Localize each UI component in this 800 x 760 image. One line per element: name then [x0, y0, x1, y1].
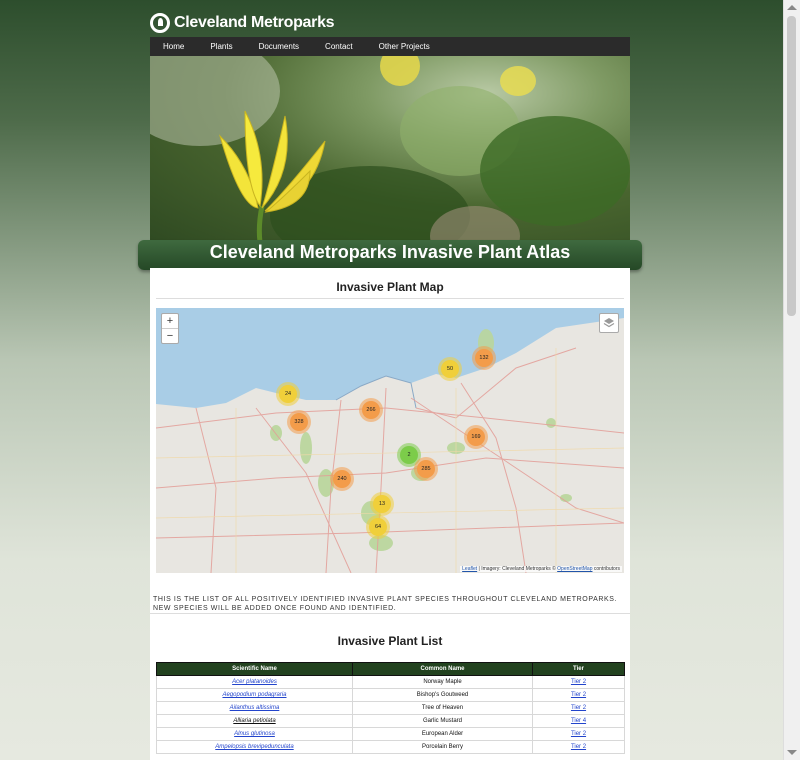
marker-cluster[interactable]: 266 — [362, 401, 380, 419]
page-scrollbar[interactable] — [783, 0, 800, 760]
yellow-flower-icon — [218, 110, 326, 242]
scroll-up-arrow-icon[interactable] — [787, 5, 797, 10]
cluster-count: 266 — [366, 407, 376, 413]
table-row: Ampelopsis brevipedunculata Porcelain Be… — [156, 740, 625, 754]
tier-link[interactable]: Tier 2 — [532, 740, 625, 754]
scroll-down-arrow-icon[interactable] — [787, 750, 797, 755]
cluster-count: 240 — [337, 476, 347, 482]
cluster-count: 328 — [294, 419, 304, 425]
common-name: Garlic Mustard — [352, 714, 533, 728]
nav-item-contact[interactable]: Contact — [312, 37, 366, 56]
hero-flower-image — [150, 56, 630, 242]
zoom-in-button[interactable]: + — [162, 314, 178, 329]
zoom-out-button[interactable]: − — [162, 329, 178, 343]
marker-cluster[interactable]: 13 — [373, 495, 391, 513]
tier-link[interactable]: Tier 2 — [532, 688, 625, 702]
table-row: Ailanthus altissima Tree of Heaven Tier … — [156, 701, 625, 715]
site-logo[interactable]: Cleveland Metroparks — [150, 8, 335, 38]
divider — [150, 613, 630, 614]
leaf-logo-icon — [150, 13, 170, 33]
marker-cluster[interactable]: 328 — [290, 413, 308, 431]
marker-cluster[interactable]: 2 — [400, 446, 418, 464]
table-row: Alliaria petiolata Garlic Mustard Tier 4 — [156, 714, 625, 728]
common-name: European Alder — [352, 727, 533, 741]
tier-link[interactable]: Tier 2 — [532, 727, 625, 741]
scientific-name-link[interactable]: Ailanthus altissima — [156, 701, 353, 715]
brand-name: Cleveland Metroparks — [174, 14, 335, 31]
map-attribution: Leaflet | Imagery: Cleveland Metroparks … — [460, 566, 622, 572]
cluster-count: 50 — [446, 366, 454, 372]
scientific-name-link[interactable]: Acer platanoides — [156, 675, 353, 689]
table-row: Aegopodium podagraria Bishop's Goutweed … — [156, 688, 625, 702]
marker-cluster[interactable]: 50 — [441, 360, 459, 378]
cluster-count: 24 — [284, 391, 292, 397]
nav-item-other-projects[interactable]: Other Projects — [366, 37, 443, 56]
table-row: Acer platanoides Norway Maple Tier 2 — [156, 675, 625, 689]
map-tiles — [156, 308, 624, 573]
scientific-name-link[interactable]: Alliaria petiolata — [156, 714, 353, 728]
marker-cluster[interactable]: 132 — [475, 349, 493, 367]
layers-button[interactable] — [599, 313, 619, 333]
list-heading: Invasive Plant List — [337, 634, 443, 648]
scientific-name-link[interactable]: Ampelopsis brevipedunculata — [156, 740, 353, 754]
marker-cluster[interactable]: 24 — [279, 385, 297, 403]
divider — [156, 298, 624, 299]
common-name: Bishop's Goutweed — [352, 688, 533, 702]
column-header-tier[interactable]: Tier — [532, 662, 625, 676]
attribution-suffix: contributors — [592, 566, 620, 572]
cluster-count: 132 — [479, 355, 489, 361]
column-header-scientific-name[interactable]: Scientific Name — [156, 662, 353, 676]
zoom-control: + − — [161, 313, 179, 344]
scientific-name-link[interactable]: Aegopodium podagraria — [156, 688, 353, 702]
scrollbar-thumb[interactable] — [787, 16, 796, 316]
main-content: Invasive Plant Map + − 132 50 24 266 328… — [150, 268, 630, 760]
common-name: Tree of Heaven — [352, 701, 533, 715]
marker-cluster[interactable]: 285 — [417, 460, 435, 478]
marker-cluster[interactable]: 169 — [467, 428, 485, 446]
marker-cluster[interactable]: 240 — [333, 470, 351, 488]
cluster-count: 169 — [471, 434, 481, 440]
column-header-common-name[interactable]: Common Name — [352, 662, 533, 676]
tier-link[interactable]: Tier 2 — [532, 675, 625, 689]
attribution-text: | Imagery: Cleveland Metroparks © — [477, 566, 558, 572]
layers-icon — [603, 318, 615, 328]
description-text: This is the list of all positively ident… — [153, 596, 618, 612]
invasive-plant-table: Scientific Name Common Name Tier Acer pl… — [156, 662, 625, 754]
scientific-name-link[interactable]: Alnus glutinosa — [156, 727, 353, 741]
tier-link[interactable]: Tier 4 — [532, 714, 625, 728]
table-row: Alnus glutinosa European Alder Tier 2 — [156, 727, 625, 741]
title-banner: Cleveland Metroparks Invasive Plant Atla… — [138, 240, 642, 270]
nav-item-home[interactable]: Home — [150, 37, 197, 56]
nav-item-documents[interactable]: Documents — [246, 37, 312, 56]
common-name: Porcelain Berry — [352, 740, 533, 754]
cluster-count: 2 — [407, 452, 411, 458]
leaflet-link[interactable]: Leaflet — [462, 566, 477, 572]
table-header-row: Scientific Name Common Name Tier — [156, 662, 625, 676]
nav-item-plants[interactable]: Plants — [197, 37, 245, 56]
osm-link[interactable]: OpenStreetMap — [557, 566, 592, 572]
cluster-count: 64 — [374, 524, 382, 530]
cluster-count: 13 — [378, 501, 386, 507]
common-name: Norway Maple — [352, 675, 533, 689]
page-title: Cleveland Metroparks Invasive Plant Atla… — [209, 242, 571, 262]
marker-cluster[interactable]: 64 — [369, 518, 387, 536]
map-heading: Invasive Plant Map — [336, 280, 444, 294]
cluster-count: 285 — [421, 466, 431, 472]
tier-link[interactable]: Tier 2 — [532, 701, 625, 715]
main-nav: Home Plants Documents Contact Other Proj… — [150, 37, 630, 56]
invasive-plant-map[interactable]: + − 132 50 24 266 328 169 2 285 240 13 6… — [156, 308, 624, 573]
